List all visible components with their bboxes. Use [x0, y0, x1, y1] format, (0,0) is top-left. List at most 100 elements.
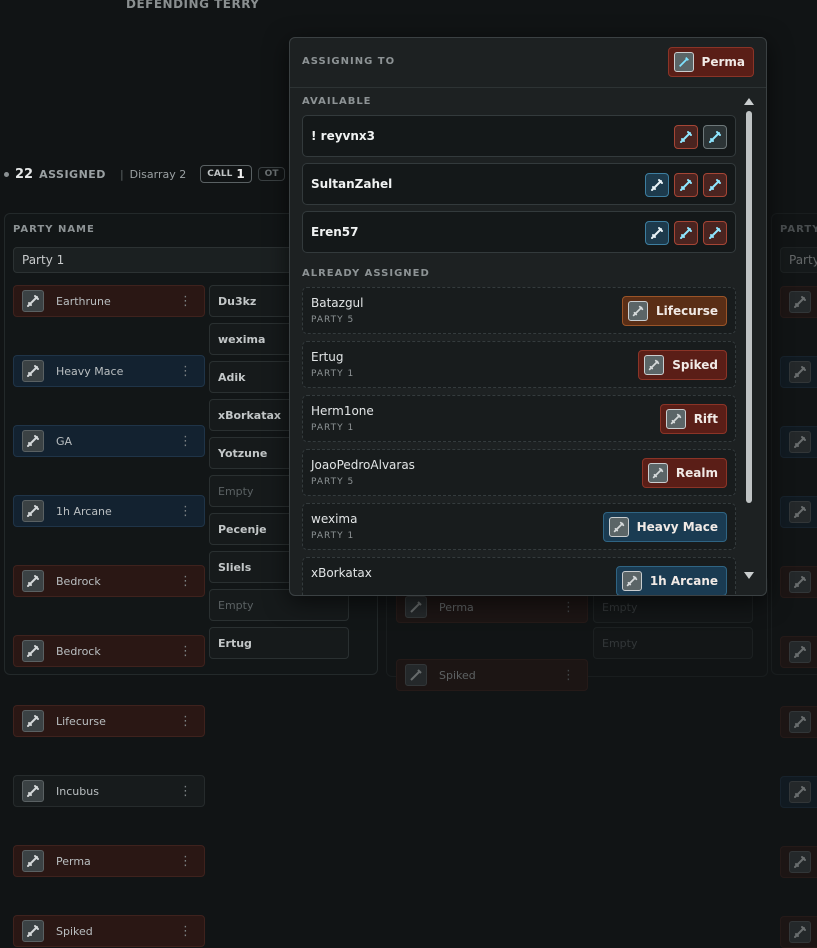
weapon-icon [22, 640, 44, 662]
role-slot[interactable]: Spiked ⋮ [13, 915, 205, 947]
assigned-role-badge: Lifecurse [622, 296, 727, 326]
call-filter-button[interactable]: CALL 1 [200, 165, 252, 183]
role-slot[interactable]: 1h Arcane ⋮ [13, 495, 205, 527]
call-count: 1 [236, 167, 245, 181]
role-slot[interactable] [780, 846, 817, 878]
available-player-card[interactable]: Eren57 [302, 211, 736, 253]
weapon-icon [647, 463, 668, 483]
perma-role-icon [673, 52, 694, 72]
party-name-label: PARTY NAME [13, 224, 95, 235]
weapon-icon [703, 221, 727, 245]
scroll-up-arrow-icon[interactable] [744, 98, 754, 105]
kebab-menu-icon[interactable]: ⋮ [179, 924, 192, 939]
kebab-menu-icon[interactable]: ⋮ [562, 668, 575, 683]
kebab-menu-icon[interactable]: ⋮ [562, 600, 575, 615]
role-slot[interactable]: Heavy Mace ⋮ [13, 355, 205, 387]
assigned-player-card[interactable]: wexima PARTY 1 Heavy Mace [302, 503, 736, 550]
kebab-menu-icon[interactable]: ⋮ [179, 574, 192, 589]
weapon-icon [22, 500, 44, 522]
weapon-icon [608, 517, 629, 537]
role-slot[interactable]: GA ⋮ [13, 425, 205, 457]
assigned-player-card[interactable]: JoaoPedroAlvaras PARTY 5 Realm [302, 449, 736, 496]
assigned-player-card[interactable]: xBorkatax 1h Arcane [302, 557, 736, 595]
scrollbar-thumb[interactable] [746, 111, 752, 503]
role-name: GA [56, 434, 73, 448]
assigned-section-label: ALREADY ASSIGNED [302, 268, 430, 279]
weapon-icon [22, 850, 44, 872]
player-slot[interactable]: Ertug [209, 627, 349, 659]
page-heading: DEFENDING TERRY [126, 0, 260, 11]
party-name-input[interactable]: Party [780, 247, 817, 273]
role-slot[interactable] [780, 566, 817, 598]
available-section-label: AVAILABLE [302, 96, 372, 107]
role-slot[interactable]: Incubus ⋮ [13, 775, 205, 807]
assigned-player-card[interactable]: Herm1one PARTY 1 Rift [302, 395, 736, 442]
kebab-menu-icon[interactable]: ⋮ [179, 364, 192, 379]
weapon-icon [789, 781, 811, 803]
kebab-menu-icon[interactable]: ⋮ [179, 854, 192, 869]
weapon-icon [22, 570, 44, 592]
assigned-role-badge: Realm [641, 458, 727, 488]
role-slot[interactable] [780, 426, 817, 458]
available-player-card[interactable]: ! reyvnx3 [302, 115, 736, 157]
player-name: ! reyvnx3 [311, 129, 375, 143]
status-dot [4, 171, 9, 177]
stats-divider: | [119, 167, 124, 181]
role-name: Spiked [439, 668, 476, 682]
assigned-role-name: 1h Arcane [649, 574, 718, 588]
kebab-menu-icon[interactable]: ⋮ [179, 644, 192, 659]
kebab-menu-icon[interactable]: ⋮ [179, 784, 192, 799]
role-slot[interactable]: Lifecurse ⋮ [13, 705, 205, 737]
assigned-role-name: Spiked [672, 358, 718, 372]
weapon-icon [405, 596, 427, 618]
right-role-column [780, 286, 817, 948]
role-slot[interactable]: Earthrune ⋮ [13, 285, 205, 317]
role-slot[interactable]: Perma ⋮ [13, 845, 205, 877]
role-slot[interactable] [780, 636, 817, 668]
kebab-menu-icon[interactable]: ⋮ [179, 294, 192, 309]
weapon-icon [789, 921, 811, 943]
role-slot[interactable] [780, 496, 817, 528]
role-name: Earthrune [56, 294, 111, 308]
weapon-icon [405, 664, 427, 686]
role-name: Bedrock [56, 644, 101, 658]
weapon-icon [22, 430, 44, 452]
party-name-input[interactable]: Party 1 [13, 247, 313, 273]
assigned-role-name: Heavy Mace [636, 520, 718, 534]
assigned-count: 22 [15, 166, 34, 182]
weapon-icon [645, 173, 669, 197]
other-filter-button[interactable]: OT [257, 167, 286, 181]
assigned-player-card[interactable]: Batazgul PARTY 5 Lifecurse [302, 287, 736, 334]
assigned-role-badge: Heavy Mace [602, 512, 727, 542]
player-name: JoaoPedroAlvaras [311, 458, 415, 472]
available-player-card[interactable]: SultanZahel [302, 163, 736, 205]
player-party: PARTY 1 [311, 423, 355, 433]
role-name: Perma [56, 854, 91, 868]
kebab-menu-icon[interactable]: ⋮ [179, 714, 192, 729]
role-name: Bedrock [56, 574, 101, 588]
player-party: PARTY 1 [311, 531, 355, 541]
target-role-badge: Perma [667, 47, 754, 77]
assigned-player-card[interactable]: Ertug PARTY 1 Spiked [302, 341, 736, 388]
assignment-stats: 22 ASSIGNED | Disarray 2 CALL 1 OT [4, 163, 286, 185]
player-party: PARTY 5 [311, 477, 355, 487]
player-slot[interactable]: Empty [593, 627, 753, 659]
scroll-down-arrow-icon[interactable] [744, 572, 754, 579]
party-panel-right: PARTY Party [771, 213, 817, 948]
kebab-menu-icon[interactable]: ⋮ [179, 434, 192, 449]
role-slot[interactable]: Spiked ⋮ [396, 659, 588, 691]
party-name-label: PARTY [780, 224, 817, 235]
weapon-icon [789, 641, 811, 663]
weapon-icon [789, 711, 811, 733]
role-slot[interactable] [780, 356, 817, 388]
target-role-name: Perma [701, 55, 745, 69]
role-slot[interactable] [780, 776, 817, 808]
role-slot[interactable] [780, 706, 817, 738]
role-slot[interactable] [780, 916, 817, 948]
role-slot[interactable] [780, 286, 817, 318]
role-slot[interactable]: Bedrock ⋮ [13, 635, 205, 667]
role-slot[interactable]: Bedrock ⋮ [13, 565, 205, 597]
weapon-icon [789, 361, 811, 383]
kebab-menu-icon[interactable]: ⋮ [179, 504, 192, 519]
player-name: xBorkatax [311, 566, 372, 580]
